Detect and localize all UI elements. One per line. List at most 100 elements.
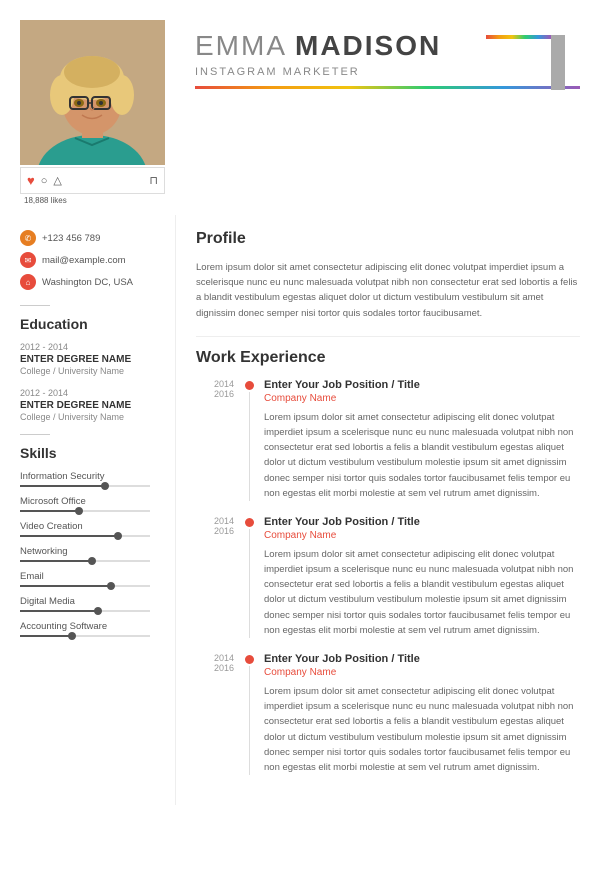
- work-year-end-1: 2016: [196, 526, 234, 536]
- education-section: Education 2012 - 2014 ENTER DEGREE NAME …: [20, 316, 160, 422]
- skill-bar-0: [20, 485, 150, 487]
- skill-bar-3: [20, 560, 150, 562]
- work-details-2: Enter Your Job Position / Title Company …: [264, 653, 580, 775]
- last-name: MADISON: [295, 30, 441, 62]
- skill-bar-1: [20, 510, 150, 512]
- work-desc-2: Lorem ipsum dolor sit amet consectetur a…: [264, 684, 580, 775]
- email-icon: ✉: [20, 252, 36, 268]
- work-years-col-2: 2014 2016: [196, 653, 234, 775]
- skill-fill-2: [20, 535, 118, 537]
- work-details-1: Enter Your Job Position / Title Company …: [264, 516, 580, 638]
- bookmark-icon: ⊓: [149, 174, 158, 187]
- contact-section: ✆ +123 456 789 ✉ mail@example.com ⌂ Wash…: [20, 230, 160, 290]
- edu-years-2: 2012 - 2014: [20, 388, 160, 398]
- skill-dot-0: [101, 482, 109, 490]
- work-company-1: Company Name: [264, 530, 580, 541]
- work-line-1: [249, 529, 250, 638]
- likes-count: 18,888 likes: [20, 196, 175, 205]
- skill-name-2: Video Creation: [20, 521, 160, 532]
- work-details-0: Enter Your Job Position / Title Company …: [264, 379, 580, 501]
- edu-school-1: College / University Name: [20, 366, 160, 376]
- skill-item-1: Microsoft Office: [20, 496, 160, 512]
- right-content: Profile Lorem ipsum dolor sit amet conse…: [175, 215, 600, 805]
- location-icon: ⌂: [20, 274, 36, 290]
- work-company-2: Company Name: [264, 667, 580, 678]
- edu-degree-2: ENTER DEGREE NAME: [20, 400, 160, 411]
- contact-phone: ✆ +123 456 789: [20, 230, 160, 246]
- work-line-2: [249, 666, 250, 775]
- sidebar: ✆ +123 456 789 ✉ mail@example.com ⌂ Wash…: [0, 215, 175, 805]
- skill-fill-0: [20, 485, 105, 487]
- work-dot-2: [245, 655, 254, 664]
- skills-title: Skills: [20, 445, 160, 461]
- phone-text: +123 456 789: [42, 233, 100, 244]
- corner-decoration: [485, 35, 565, 105]
- profile-photo: [20, 20, 165, 165]
- skill-name-3: Networking: [20, 546, 160, 557]
- education-item-1: 2012 - 2014 ENTER DEGREE NAME College / …: [20, 342, 160, 376]
- work-entry-1: 2014 2016 Enter Your Job Position / Titl…: [196, 516, 580, 638]
- skill-bar-6: [20, 635, 150, 637]
- profile-section: Profile Lorem ipsum dolor sit amet conse…: [196, 215, 580, 337]
- search-icon: ○: [41, 175, 48, 187]
- work-dot-col-1: [242, 516, 256, 638]
- instagram-bar: ♥ ○ △ ⊓: [20, 167, 165, 194]
- header-section: ♥ ○ △ ⊓ 18,888 likes EMMA MADISON INSTAG…: [0, 0, 600, 215]
- skill-fill-1: [20, 510, 79, 512]
- skill-fill-4: [20, 585, 111, 587]
- profile-title: Profile: [196, 230, 580, 248]
- skill-bar-4: [20, 585, 150, 587]
- main-content: ✆ +123 456 789 ✉ mail@example.com ⌂ Wash…: [0, 215, 600, 805]
- skill-name-6: Accounting Software: [20, 621, 160, 632]
- skill-fill-6: [20, 635, 72, 637]
- edu-years-1: 2012 - 2014: [20, 342, 160, 352]
- work-years-col-0: 2014 2016: [196, 379, 234, 501]
- work-entry-2: 2014 2016 Enter Your Job Position / Titl…: [196, 653, 580, 775]
- skill-dot-2: [114, 532, 122, 540]
- work-title-2: Enter Your Job Position / Title: [264, 653, 580, 665]
- location-text: Washington DC, USA: [42, 277, 133, 288]
- work-year-start-2: 2014: [196, 653, 234, 663]
- sidebar-divider-2: [20, 434, 50, 435]
- skill-item-6: Accounting Software: [20, 621, 160, 637]
- work-desc-0: Lorem ipsum dolor sit amet consectetur a…: [264, 410, 580, 501]
- skill-bar-2: [20, 535, 150, 537]
- skill-item-0: Information Security: [20, 471, 160, 487]
- work-company-0: Company Name: [264, 393, 580, 404]
- work-dot-0: [245, 381, 254, 390]
- name-section: EMMA MADISON INSTAGRAM MARKETER: [195, 20, 580, 205]
- skill-bar-5: [20, 610, 150, 612]
- skill-item-4: Email: [20, 571, 160, 587]
- skill-fill-5: [20, 610, 98, 612]
- skill-name-0: Information Security: [20, 471, 160, 482]
- contact-location: ⌂ Washington DC, USA: [20, 274, 160, 290]
- skill-fill-3: [20, 560, 92, 562]
- work-line-0: [249, 392, 250, 501]
- skills-container: Information Security Microsoft Office Vi…: [20, 471, 160, 637]
- skill-dot-4: [107, 582, 115, 590]
- skill-name-1: Microsoft Office: [20, 496, 160, 507]
- work-dot-1: [245, 518, 254, 527]
- education-title: Education: [20, 316, 160, 332]
- work-entry-0: 2014 2016 Enter Your Job Position / Titl…: [196, 379, 580, 501]
- work-title: Work Experience: [196, 349, 580, 367]
- heart-icon: ♥: [27, 173, 35, 188]
- work-entries-container: 2014 2016 Enter Your Job Position / Titl…: [196, 379, 580, 775]
- work-desc-1: Lorem ipsum dolor sit amet consectetur a…: [264, 547, 580, 638]
- work-title-0: Enter Your Job Position / Title: [264, 379, 580, 391]
- sidebar-divider-1: [20, 305, 50, 306]
- skill-dot-3: [88, 557, 96, 565]
- work-dot-col-2: [242, 653, 256, 775]
- skill-dot-5: [94, 607, 102, 615]
- phone-icon: ✆: [20, 230, 36, 246]
- work-year-end-0: 2016: [196, 389, 234, 399]
- skill-item-3: Networking: [20, 546, 160, 562]
- first-name: EMMA: [195, 30, 287, 62]
- skill-item-5: Digital Media: [20, 596, 160, 612]
- send-icon: △: [53, 174, 61, 187]
- work-title-1: Enter Your Job Position / Title: [264, 516, 580, 528]
- skill-dot-6: [68, 632, 76, 640]
- work-years-col-1: 2014 2016: [196, 516, 234, 638]
- skill-name-5: Digital Media: [20, 596, 160, 607]
- email-text: mail@example.com: [42, 255, 126, 266]
